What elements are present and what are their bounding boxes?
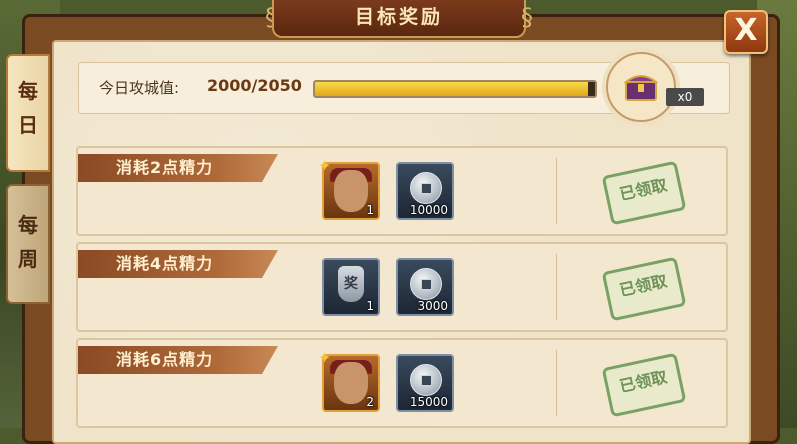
reward-count: 10000 <box>409 203 448 217</box>
siege-progress-bar <box>313 80 597 98</box>
hero-portrait-icon <box>334 170 368 212</box>
reward-count: 3000 <box>417 299 448 313</box>
claimed-stamp: 已领取 <box>601 352 687 418</box>
reward-item[interactable]: ✦ 1 <box>318 156 380 220</box>
silver-coin-icon <box>410 364 442 396</box>
row-divider <box>556 350 557 416</box>
star-icon: ✦ <box>318 348 332 367</box>
siege-progress-fill <box>315 82 589 96</box>
reward-item[interactable]: 15000 <box>396 354 454 412</box>
reward-token-icon: 奖 <box>338 266 364 302</box>
claimed-stamp: 已领取 <box>601 160 687 226</box>
reward-item[interactable]: 3000 <box>396 258 454 316</box>
tab-daily-label: 每日 <box>18 79 38 137</box>
star-icon: ✦ <box>318 156 332 175</box>
claimed-stamp: 已领取 <box>601 256 687 322</box>
reward-count: 1 <box>366 203 374 217</box>
reward-item[interactable]: 奖 1 <box>322 258 380 316</box>
reward-count: 1 <box>366 299 374 313</box>
close-button[interactable]: X <box>724 10 768 54</box>
row-divider <box>556 158 557 224</box>
silver-coin-icon <box>410 268 442 300</box>
reward-item[interactable]: ✦ 2 <box>318 348 380 412</box>
reward-count: 15000 <box>409 395 448 409</box>
task-row: 消耗2点精力 ✦ 1 10000 已领取 <box>76 146 728 236</box>
reward-item[interactable]: 10000 <box>396 162 454 220</box>
chest-count-badge: x0 <box>666 88 704 106</box>
task-banner: 消耗6点精力 <box>78 346 278 374</box>
silver-coin-icon <box>410 172 442 204</box>
reward-chest-button[interactable] <box>606 52 676 122</box>
dialog-title: 目标奖励 <box>272 0 526 38</box>
task-row: 消耗4点精力 奖 1 3000 已领取 <box>76 242 728 332</box>
tab-daily[interactable]: 每日 <box>6 54 50 172</box>
row-divider <box>556 254 557 320</box>
treasure-chest-icon <box>624 75 658 101</box>
tab-weekly[interactable]: 每周 <box>6 184 50 304</box>
task-banner: 消耗4点精力 <box>78 250 278 278</box>
siege-progress-label: 今日攻城值: <box>99 79 180 97</box>
close-icon: X <box>734 13 758 48</box>
reward-count: 2 <box>366 395 374 409</box>
task-banner: 消耗2点精力 <box>78 154 278 182</box>
hero-portrait-icon <box>334 362 368 404</box>
tab-weekly-label: 每周 <box>18 213 38 271</box>
siege-progress-value: 2000/2050 <box>207 76 302 95</box>
task-row: 消耗6点精力 ✦ 2 15000 已领取 <box>76 338 728 428</box>
ornament-right-icon: § <box>521 3 533 31</box>
